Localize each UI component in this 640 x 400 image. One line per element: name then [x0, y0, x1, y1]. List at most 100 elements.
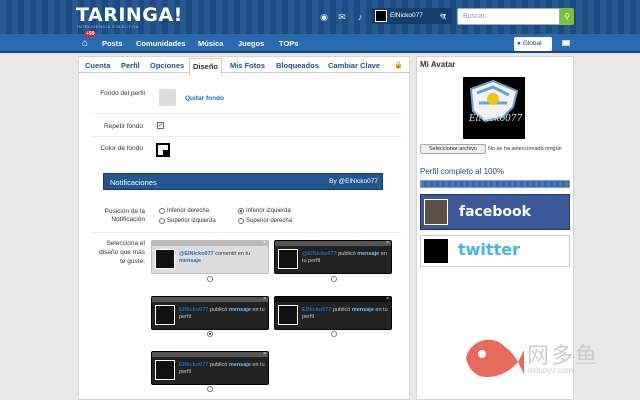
- profile-progress-bar: [420, 180, 570, 188]
- notifications-title: Notificaciones: [110, 178, 157, 187]
- theme-message: @ElNicko077 publicó mensaje en tu perfil: [302, 251, 387, 264]
- taringa-logo[interactable]: TARINGA!: [76, 4, 183, 26]
- twitter-link[interactable]: twitter: [420, 235, 570, 267]
- eye-icon[interactable]: ◉: [318, 11, 330, 23]
- nav-posts[interactable]: Posts: [102, 39, 122, 48]
- tab-diseno[interactable]: Diseño: [189, 58, 223, 76]
- watermark: 网多鱼 wduoyu.com: [460, 332, 630, 392]
- mail-icon[interactable]: ✉: [336, 11, 348, 23]
- tab-cambiar-clave[interactable]: Cambiar Clave: [328, 61, 380, 70]
- bg-label: Fondo del perfil: [100, 90, 145, 97]
- radio-inferior-izquierda[interactable]: [238, 208, 244, 214]
- avatar: [424, 199, 448, 225]
- globe-icon: ●: [517, 40, 521, 47]
- radio-theme-black[interactable]: [331, 331, 337, 337]
- close-icon: ×: [263, 351, 266, 357]
- file-status: No se ha seleccionado ningún: [488, 146, 562, 152]
- theme-message: ElNicko077 publicó mensaje en tu perfil: [302, 307, 388, 320]
- close-icon: ×: [263, 296, 266, 302]
- radio-superior-derecha[interactable]: [238, 218, 244, 224]
- home-icon[interactable]: ⌂: [78, 37, 92, 51]
- option-inferior-izquierda: Inferior izquierda: [246, 208, 291, 214]
- theme-header: ×: [152, 240, 268, 246]
- avatar-image: ElNicko077: [463, 77, 525, 139]
- theme-header: ×: [152, 296, 268, 302]
- twitter-logo: twitter: [458, 240, 520, 259]
- nav-juegos[interactable]: Juegos: [238, 39, 264, 48]
- theme-label-3: te guste.: [120, 258, 145, 265]
- tab-cuenta[interactable]: Cuenta: [85, 61, 110, 70]
- color-label: Color de fondo: [100, 145, 143, 152]
- tab-perfil[interactable]: Perfil: [121, 61, 140, 70]
- avatar-section-title: Mi Avatar: [420, 60, 456, 69]
- repeat-checkbox[interactable]: ✓: [157, 122, 164, 129]
- avatar: [155, 249, 175, 269]
- theme-header: ×: [275, 240, 391, 246]
- option-inferior-derecha: Inferior derecha: [167, 208, 210, 214]
- settings-panel: Cuenta Perfil Opciones Diseño Mis Fotos …: [78, 56, 410, 400]
- radio-theme-dark[interactable]: [331, 276, 337, 282]
- notifications-header: Notificaciones By @ElNicko077: [103, 173, 383, 190]
- theme-header: ×: [275, 296, 391, 302]
- facebook-logo: facebook: [459, 204, 531, 220]
- radio-inferior-derecha[interactable]: [159, 208, 165, 214]
- nav-tops[interactable]: TOPs: [279, 39, 298, 48]
- watermark-url: wduoyu.com: [528, 366, 573, 375]
- bg-thumbnail[interactable]: [159, 89, 176, 106]
- radio-theme-light[interactable]: [207, 276, 213, 282]
- svg-text:ElNicko077: ElNicko077: [468, 114, 523, 124]
- search-input[interactable]: Buscar...: [457, 8, 560, 25]
- close-icon: ×: [263, 240, 266, 246]
- bell-icon[interactable]: ♪: [354, 11, 366, 23]
- theme-label-2: diseño que más: [99, 249, 145, 256]
- position-label-1: Posición de la: [104, 208, 145, 215]
- color-picker[interactable]: [156, 143, 170, 157]
- close-icon: ×: [386, 296, 389, 302]
- lock-icon: 🔒: [394, 62, 403, 69]
- avatar: [424, 239, 448, 263]
- theme-option-dark-alt[interactable]: × ElNicko077 publicó mensaje en tu perfi…: [151, 351, 269, 385]
- profile-complete-label: Perfil completo al 100%: [420, 167, 505, 176]
- remove-bg-link[interactable]: Quitar fondo: [185, 95, 224, 102]
- user-name: ElNicko077: [390, 12, 423, 19]
- choose-file-button[interactable]: Seleccionar archivo: [420, 144, 486, 154]
- avatar: [155, 305, 175, 325]
- theme-option-light[interactable]: × @ElNicko077 comentó en tu mensaje: [151, 240, 269, 274]
- profile-avatar: ElNicko077: [463, 77, 525, 139]
- nav-musica[interactable]: Música: [198, 39, 223, 48]
- settings-tabs: Cuenta Perfil Opciones Diseño Mis Fotos …: [79, 57, 409, 76]
- theme-option-dark[interactable]: × @ElNicko077 publicó mensaje en tu perf…: [274, 240, 392, 274]
- radio-superior-izquierda[interactable]: [159, 218, 165, 224]
- theme-label-1: Selecciona el: [106, 240, 145, 247]
- radio-theme-dark-alt[interactable]: [207, 386, 213, 392]
- flag-icon[interactable]: [562, 40, 570, 46]
- search-button[interactable]: ⚲: [560, 8, 574, 25]
- theme-message: @ElNicko077 comentó en tu mensaje: [179, 251, 251, 264]
- avatar: [375, 10, 387, 22]
- tab-bloqueados[interactable]: Bloqueados: [276, 61, 319, 70]
- nav-comunidades[interactable]: Comunidades: [136, 39, 186, 48]
- option-superior-izquierda: Superior izquierda: [167, 218, 216, 224]
- avatar: [155, 360, 175, 380]
- theme-option-black[interactable]: × ElNicko077 publicó mensaje en tu perfi…: [274, 296, 392, 330]
- tab-mis-fotos[interactable]: Mis Fotos: [230, 61, 265, 70]
- tab-opciones[interactable]: Opciones: [150, 61, 184, 70]
- theme-option-dark-gray[interactable]: × ElNicko077 publicó mensaje en tu perfi…: [151, 296, 269, 330]
- logo-tagline: INTELIGENCIA COLECTIVA: [77, 24, 140, 29]
- avatar: [278, 249, 298, 269]
- theme-message: ElNicko077 publicó mensaje en tu perfil: [179, 362, 265, 375]
- notification-badge: +99: [84, 31, 97, 37]
- facebook-link[interactable]: facebook: [420, 194, 570, 230]
- repeat-label: Repetir fondo: [103, 123, 143, 130]
- global-label: Global: [522, 40, 542, 47]
- notifications-author: By @ElNicko077: [329, 178, 378, 185]
- avatar: [278, 305, 298, 325]
- radio-theme-dark-gray[interactable]: [207, 331, 213, 337]
- fish-logo-icon: [466, 339, 524, 378]
- edit-icon[interactable]: ✎: [437, 11, 449, 23]
- global-selector[interactable]: ● Global: [514, 37, 552, 51]
- divider: [91, 232, 401, 233]
- position-label-2: Notificación: [111, 216, 145, 223]
- theme-header: ×: [152, 351, 268, 357]
- progress-fill: [421, 181, 569, 187]
